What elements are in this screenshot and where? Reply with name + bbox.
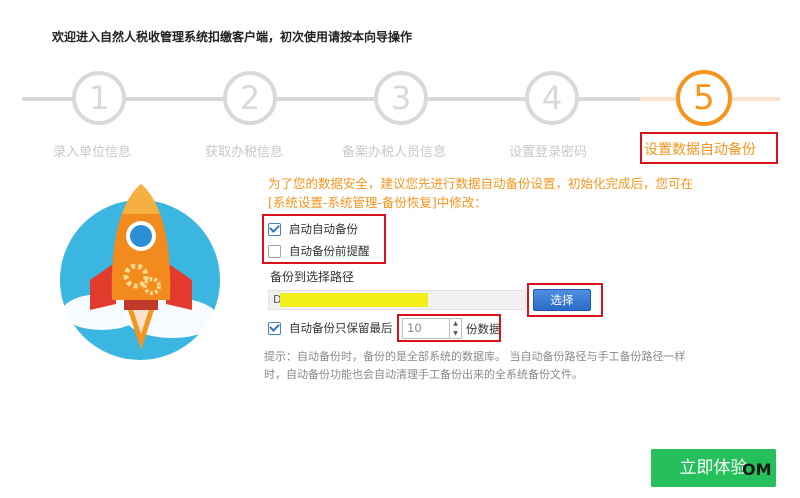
keep-last-label: 自动备份只保留最后 xyxy=(289,321,393,335)
highlight-box-step5 xyxy=(640,132,778,164)
step-circle-4: 4 xyxy=(525,71,579,125)
page-title: 欢迎进入自然人税收管理系统扣缴客户端，初次使用请按本向导操作 xyxy=(52,30,413,44)
path-redaction xyxy=(280,293,428,307)
highlight-box-keep xyxy=(397,314,501,342)
step-label-3: 备案办税人员信息 xyxy=(342,145,447,160)
highlight-box-options xyxy=(262,214,386,264)
backup-notice: 为了您的数据安全，建议您先进行数据自动备份设置，初始化完成后，您可在[系统设置-… xyxy=(268,176,694,210)
step-label-4: 设置登录密码 xyxy=(509,145,588,160)
step-circle-5: 5 xyxy=(676,70,732,126)
step-label-2: 获取办税信息 xyxy=(205,145,284,160)
highlight-box-choose xyxy=(527,283,603,317)
rocket-illustration xyxy=(56,184,228,360)
keep-last-option[interactable]: 自动备份只保留最后 xyxy=(268,320,393,336)
backup-path-label: 备份到选择路径 xyxy=(270,270,355,284)
step-circle-2: 2 xyxy=(223,71,277,125)
step-circle-3: 3 xyxy=(374,71,428,125)
watermark-text: OM xyxy=(742,460,772,479)
step-circle-1: 1 xyxy=(72,71,126,125)
step-label-1: 录入单位信息 xyxy=(53,145,132,160)
keep-last-checkbox[interactable] xyxy=(268,321,281,335)
backup-hint: 提示：自动备份时，备份的是全部系统的数据库。 当自动备份路径与手工备份路径一样时… xyxy=(264,350,686,381)
